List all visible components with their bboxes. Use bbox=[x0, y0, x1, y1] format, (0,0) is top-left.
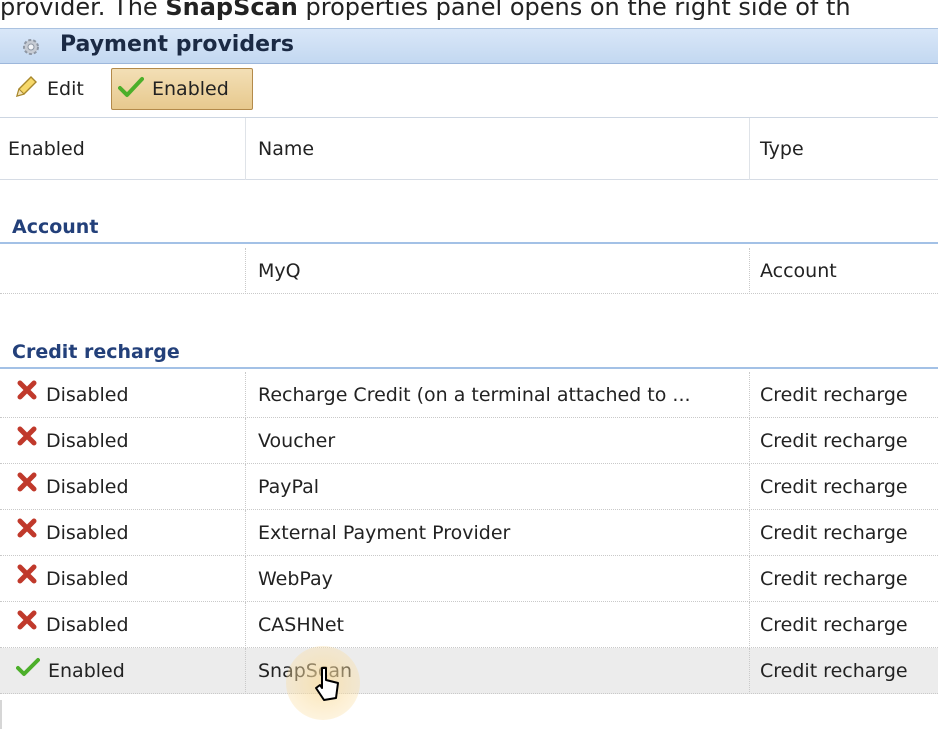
row-enabled: Disabled bbox=[0, 372, 246, 418]
group-header-credit-recharge[interactable]: Credit recharge bbox=[0, 339, 938, 369]
row-type: Credit recharge bbox=[760, 522, 908, 544]
row-type: Credit recharge bbox=[760, 568, 908, 590]
row-type: Credit recharge bbox=[760, 660, 908, 682]
red-x-icon bbox=[16, 418, 46, 464]
row-name: MyQ bbox=[246, 248, 750, 294]
row-enabled: Disabled bbox=[0, 510, 246, 556]
checkmark-icon bbox=[118, 76, 152, 103]
table-row[interactable]: Disabled Recharge Credit (on a terminal a… bbox=[0, 372, 938, 418]
gear-icon bbox=[20, 36, 42, 62]
pencil-icon bbox=[13, 74, 47, 105]
table-row[interactable]: Disabled CASHNet Credit recharge bbox=[0, 602, 938, 648]
row-name: CASHNet bbox=[246, 602, 750, 648]
table-row[interactable]: MyQ Account bbox=[0, 248, 938, 294]
column-header-type[interactable]: Type bbox=[750, 118, 938, 180]
red-x-icon bbox=[16, 464, 46, 510]
table-row[interactable]: EnabledSnapScanCredit recharge bbox=[0, 648, 938, 694]
mouse-cursor-icon bbox=[312, 666, 342, 710]
enabled-button-label: Enabled bbox=[152, 78, 229, 100]
row-enabled-label: Enabled bbox=[48, 660, 125, 682]
left-edge bbox=[0, 700, 2, 729]
column-header-name[interactable]: Name bbox=[246, 118, 750, 180]
red-x-icon bbox=[16, 602, 46, 648]
row-name: Recharge Credit (on a terminal attached … bbox=[246, 372, 750, 418]
caption-bold: SnapScan bbox=[165, 0, 298, 21]
row-name: PayPal bbox=[246, 464, 750, 510]
panel-titlebar: Payment providers bbox=[0, 28, 938, 64]
red-x-icon bbox=[16, 372, 46, 418]
row-enabled bbox=[0, 248, 246, 294]
toolbar: Edit Enabled bbox=[0, 64, 938, 118]
row-type: Account bbox=[760, 260, 837, 282]
table-row[interactable]: Disabled PayPal Credit recharge bbox=[0, 464, 938, 510]
row-enabled-label: Disabled bbox=[46, 522, 129, 544]
row-enabled: Disabled bbox=[0, 602, 246, 648]
row-enabled-label: Disabled bbox=[46, 384, 129, 406]
group-header-account[interactable]: Account bbox=[0, 214, 938, 244]
table-row[interactable]: Disabled Voucher Credit recharge bbox=[0, 418, 938, 464]
instruction-caption: provider. The SnapScan properties panel … bbox=[0, 0, 851, 28]
caption-prefix: provider. The bbox=[0, 0, 166, 21]
row-type: Credit recharge bbox=[760, 614, 908, 636]
enabled-button[interactable]: Enabled bbox=[111, 68, 253, 110]
row-enabled-label: Disabled bbox=[46, 568, 129, 590]
edit-button[interactable]: Edit bbox=[6, 68, 108, 110]
row-name: WebPay bbox=[246, 556, 750, 602]
row-enabled-label: Disabled bbox=[46, 476, 129, 498]
row-enabled: Disabled bbox=[0, 464, 246, 510]
red-x-icon bbox=[16, 510, 46, 556]
caption-suffix: properties panel opens on the right side… bbox=[297, 0, 851, 21]
row-type: Credit recharge bbox=[760, 430, 908, 452]
edit-button-label: Edit bbox=[47, 78, 84, 100]
red-x-icon bbox=[16, 556, 46, 602]
row-enabled: Disabled bbox=[0, 418, 246, 464]
row-type: Credit recharge bbox=[760, 476, 908, 498]
row-enabled-label: Disabled bbox=[46, 614, 129, 636]
row-name: Voucher bbox=[246, 418, 750, 464]
grid-header: Enabled Name Type bbox=[0, 118, 938, 180]
row-type: Credit recharge bbox=[760, 384, 908, 406]
row-enabled: Disabled bbox=[0, 556, 246, 602]
checkmark-icon bbox=[16, 648, 48, 694]
column-header-enabled[interactable]: Enabled bbox=[0, 118, 246, 180]
table-row[interactable]: Disabled External Payment Provider Credit … bbox=[0, 510, 938, 556]
row-enabled: Enabled bbox=[0, 648, 246, 694]
row-name: External Payment Provider bbox=[246, 510, 750, 556]
panel-title: Payment providers bbox=[60, 32, 294, 57]
row-enabled-label: Disabled bbox=[46, 430, 129, 452]
table-row[interactable]: Disabled WebPay Credit recharge bbox=[0, 556, 938, 602]
